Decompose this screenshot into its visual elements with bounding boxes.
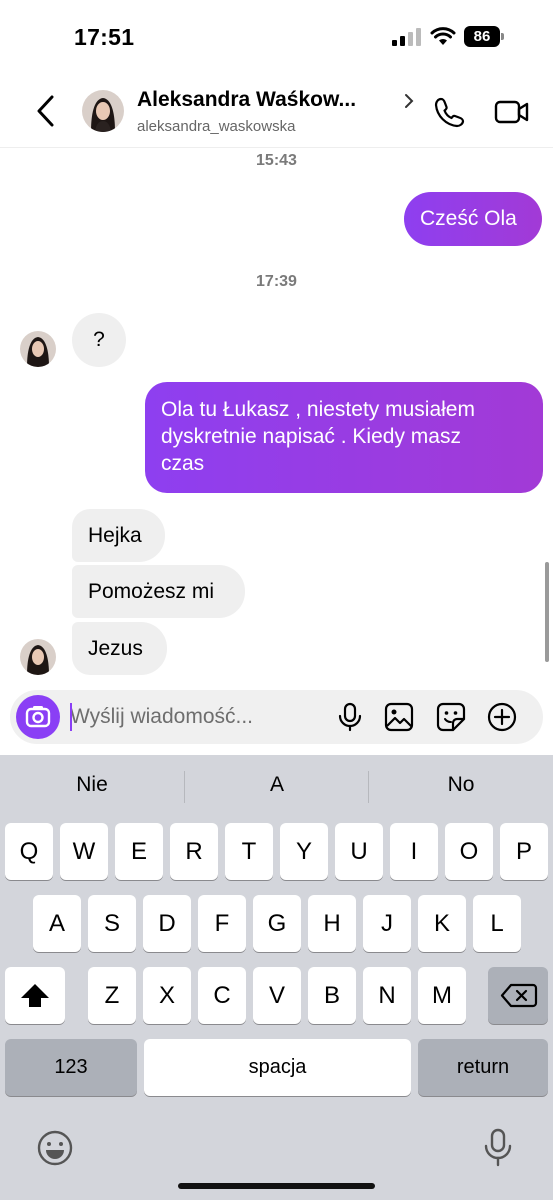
microphone-icon[interactable] [335,702,365,732]
contact-name[interactable]: Aleksandra Waśkow... [137,88,356,112]
chat-header: Aleksandra Waśkow... aleksandra_waskowsk… [0,72,553,148]
key-letter[interactable]: W [60,823,108,880]
video-camera-icon[interactable] [494,96,530,128]
message-outgoing[interactable]: Cześć Ola [404,192,542,246]
suggestion-item[interactable]: A [185,773,369,797]
message-incoming[interactable]: Hejka [72,509,165,562]
message-composer [10,690,543,744]
message-text: Pomożesz mi [88,580,215,603]
message-incoming[interactable]: ? [72,313,126,367]
message-line: Ola tu Łukasz , niestety musiałem [161,398,475,421]
battery-icon: 86 [464,26,504,47]
backspace-icon [500,983,538,1008]
key-letter[interactable]: H [308,895,356,952]
space-key[interactable]: spacja [144,1039,411,1096]
cellular-signal-icon [392,28,421,46]
status-bar: 17:51 86 [0,0,553,72]
contact-handle[interactable]: aleksandra_waskowska [137,118,295,135]
key-letter[interactable]: K [418,895,466,952]
sticker-icon[interactable] [436,702,466,732]
shift-key[interactable] [5,967,65,1024]
text-caret [70,703,72,731]
key-letter[interactable]: Z [88,967,136,1024]
message-text: Jezus [88,637,143,660]
key-letter[interactable]: J [363,895,411,952]
wifi-icon [430,27,456,45]
key-letter[interactable]: N [363,967,411,1024]
battery-level: 86 [473,28,491,45]
message-line: czas [161,452,205,475]
numbers-key[interactable]: 123 [5,1039,137,1096]
suggestion-item[interactable]: No [369,773,553,797]
key-letter[interactable]: Q [5,823,53,880]
key-letter[interactable]: I [390,823,438,880]
emoji-icon[interactable] [36,1129,74,1167]
phone-icon[interactable] [434,96,466,128]
key-letter[interactable]: F [198,895,246,952]
message-text: Hejka [88,524,142,547]
key-letter[interactable]: T [225,823,273,880]
status-time: 17:51 [74,24,135,50]
return-key[interactable]: return [418,1039,548,1096]
key-letter[interactable]: O [445,823,493,880]
key-letter[interactable]: D [143,895,191,952]
suggestion-item[interactable]: Nie [0,773,184,797]
camera-icon [25,706,51,728]
message-text: ? [93,328,105,351]
message-text: Cześć Ola [420,207,517,230]
contact-avatar-small[interactable] [20,331,56,367]
contact-avatar-small[interactable] [20,639,56,675]
suggestion-bar: Nie A No [0,755,553,821]
message-input[interactable] [70,702,320,732]
key-letter[interactable]: M [418,967,466,1024]
backspace-key[interactable] [488,967,548,1024]
message-incoming[interactable]: Pomożesz mi [72,565,245,618]
contact-avatar[interactable] [82,90,124,132]
key-letter[interactable]: B [308,967,356,1024]
chevron-right-icon[interactable] [402,92,416,110]
key-letter[interactable]: Y [280,823,328,880]
scrollbar[interactable] [545,562,549,662]
shift-icon [21,984,49,1007]
camera-button[interactable] [16,695,60,739]
keyboard: Nie A No Q W E R T Y U I O P A S D F G H… [0,755,553,1200]
key-letter[interactable]: P [500,823,548,880]
key-letter[interactable]: S [88,895,136,952]
message-outgoing[interactable]: Ola tu Łukasz , niestety musiałem dyskre… [145,382,543,493]
plus-icon[interactable] [487,702,517,732]
chat-timestamp: 15:43 [256,152,297,169]
chat-timestamp: 17:39 [256,273,297,290]
image-icon[interactable] [384,702,414,732]
message-line: dyskretnie napisać . Kiedy masz [161,425,461,448]
key-letter[interactable]: G [253,895,301,952]
key-letter[interactable]: E [115,823,163,880]
dictation-mic-icon[interactable] [482,1128,514,1168]
back-arrow-icon[interactable] [30,94,62,128]
key-letter[interactable]: V [253,967,301,1024]
home-indicator[interactable] [178,1183,375,1189]
key-letter[interactable]: X [143,967,191,1024]
key-letter[interactable]: C [198,967,246,1024]
key-letter[interactable]: L [473,895,521,952]
key-letter[interactable]: R [170,823,218,880]
message-incoming[interactable]: Jezus [72,622,167,675]
key-letter[interactable]: A [33,895,81,952]
key-letter[interactable]: U [335,823,383,880]
